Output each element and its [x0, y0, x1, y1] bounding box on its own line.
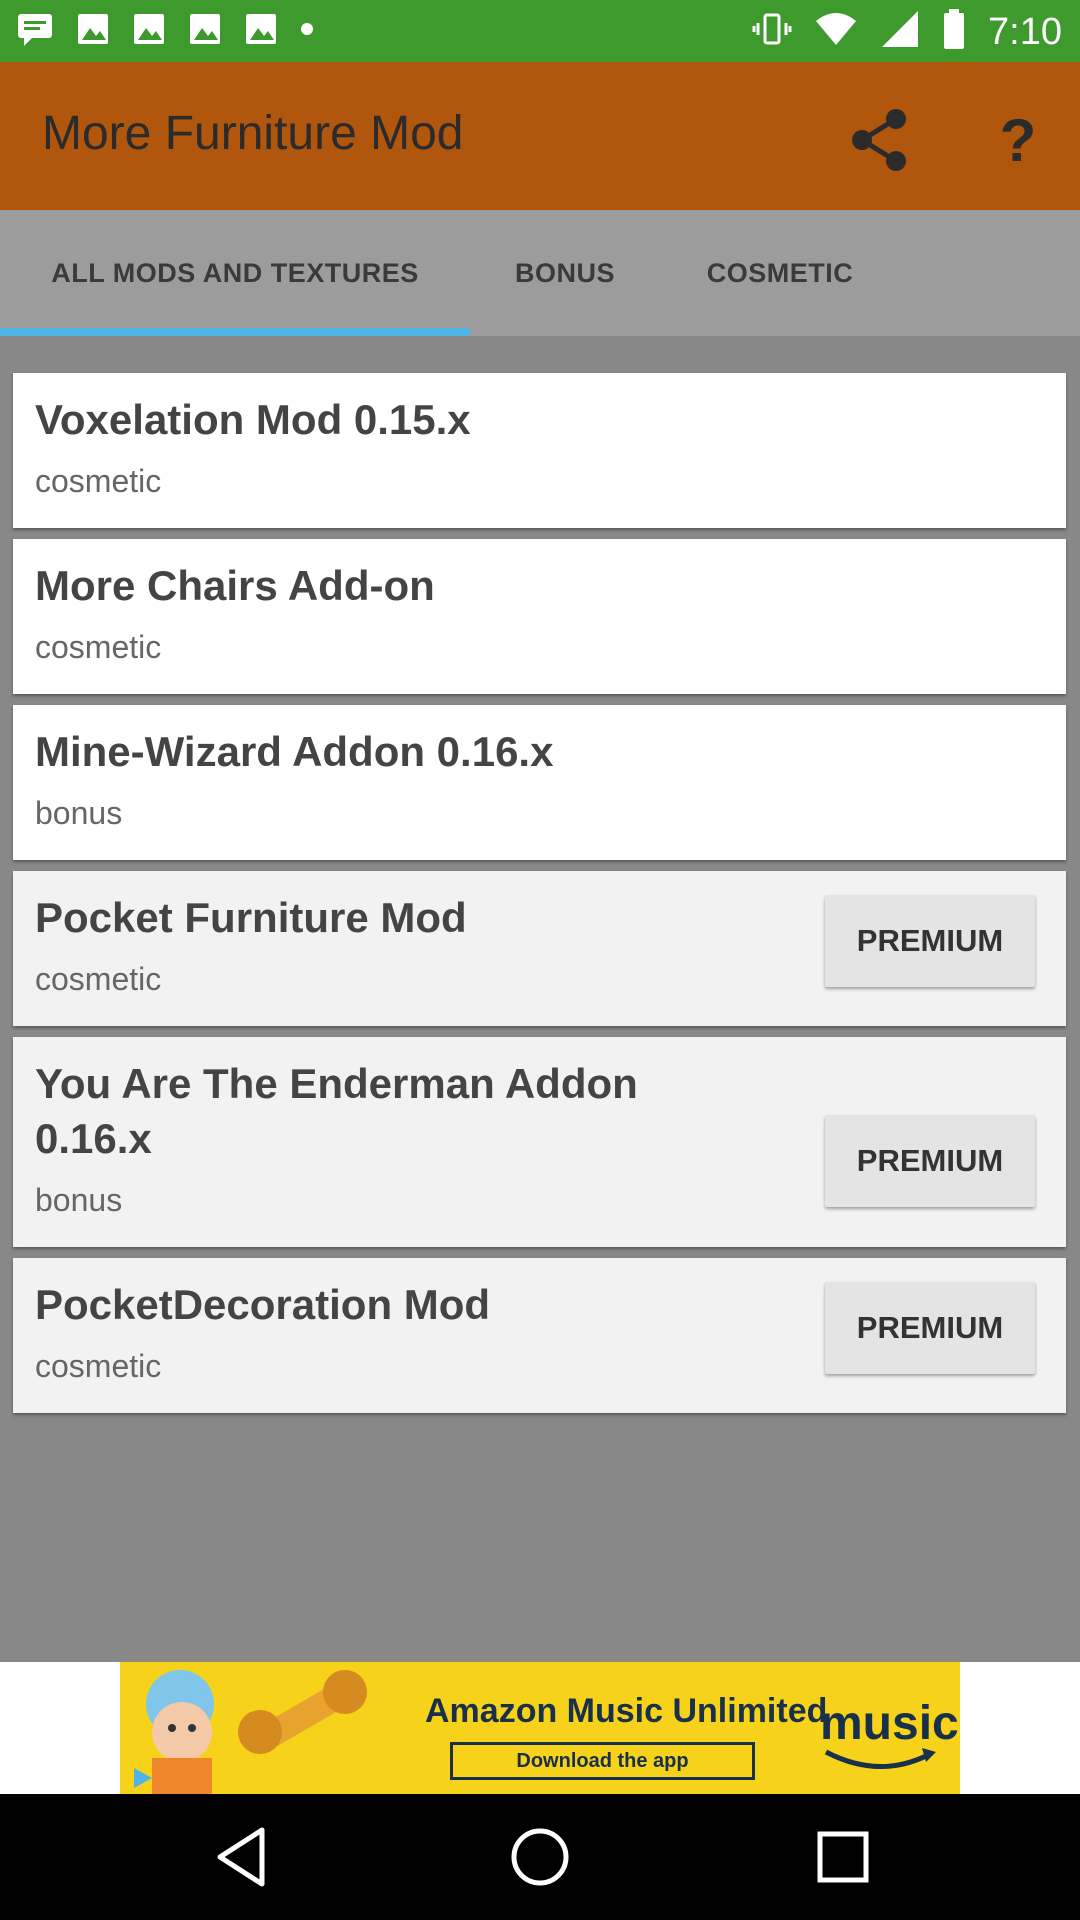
message-icon: [16, 12, 54, 51]
back-button[interactable]: [212, 1824, 278, 1890]
item-title-line: 0.16.x: [35, 1115, 152, 1162]
premium-button[interactable]: PREMIUM: [825, 895, 1035, 987]
item-title: Pocket Furniture Mod: [35, 894, 467, 941]
ad-banner[interactable]: Amazon Music Unlimited Download the app …: [120, 1662, 960, 1794]
navigation-bar: [0, 1794, 1080, 1920]
list-item[interactable]: Mine-Wizard Addon 0.16.x bonus: [13, 705, 1066, 860]
status-bar: 7:10: [0, 0, 1080, 62]
item-category: cosmetic: [35, 463, 162, 499]
item-category: cosmetic: [35, 629, 162, 665]
ad-play-icon: [134, 1768, 152, 1788]
back-icon: [217, 1827, 265, 1887]
item-title: PocketDecoration Mod: [35, 1281, 491, 1328]
premium-button[interactable]: PREMIUM: [825, 1115, 1035, 1207]
list-item[interactable]: Pocket Furniture Mod cosmetic PREMIUM: [13, 871, 1066, 1026]
app-bar: More Furniture Mod ?: [0, 62, 1080, 210]
tab-label: COSMETIC: [706, 257, 854, 288]
recents-button[interactable]: [810, 1824, 876, 1890]
item-title: Mine-Wizard Addon 0.16.x: [35, 728, 554, 775]
item-title-line: You Are The Enderman Addon: [35, 1060, 638, 1107]
wifi-icon: [814, 9, 858, 54]
image-icon: [132, 12, 166, 51]
home-icon: [511, 1828, 569, 1886]
tab-label: BONUS: [514, 257, 615, 288]
tab-cosmetic[interactable]: COSMETIC: [660, 210, 900, 336]
tab-bonus[interactable]: BONUS: [470, 210, 660, 336]
vibrate-icon: [752, 9, 792, 54]
share-button[interactable]: [842, 102, 918, 178]
ad-download-button[interactable]: Download the app: [450, 1742, 755, 1780]
tab-all-mods[interactable]: ALL MODS AND TEXTURES: [0, 210, 470, 336]
item-title: Voxelation Mod 0.15.x: [35, 396, 471, 443]
list-item[interactable]: PocketDecoration Mod cosmetic PREMIUM: [13, 1258, 1066, 1413]
battery-icon: [942, 8, 966, 55]
ad-character-illustration: [146, 1670, 367, 1794]
clock: 7:10: [988, 10, 1062, 53]
dot-icon: [300, 12, 314, 51]
page-title: More Furniture Mod: [42, 107, 464, 160]
tab-label: ALL MODS AND TEXTURES: [51, 257, 419, 288]
recents-icon: [817, 1831, 869, 1883]
item-title: More Chairs Add-on: [35, 562, 435, 609]
image-icon: [244, 12, 278, 51]
premium-button[interactable]: PREMIUM: [825, 1282, 1035, 1374]
image-icon: [188, 12, 222, 51]
mod-list: Voxelation Mod 0.15.x cosmetic More Chai…: [13, 373, 1066, 1424]
help-icon: ?: [999, 106, 1037, 174]
ad-headline: Amazon Music Unlimited: [425, 1692, 828, 1730]
item-category: cosmetic: [35, 1348, 162, 1384]
help-button[interactable]: ?: [980, 102, 1056, 178]
system-icons: 7:10: [752, 8, 1062, 55]
item-category: cosmetic: [35, 961, 162, 997]
image-icon: [76, 12, 110, 51]
tab-bar: ALL MODS AND TEXTURES BONUS COSMETIC: [0, 210, 1080, 336]
list-item[interactable]: More Chairs Add-on cosmetic: [13, 539, 1066, 694]
tab-indicator: [0, 328, 470, 336]
ad-brand-logo: music: [820, 1697, 959, 1750]
list-item[interactable]: You Are The Enderman Addon 0.16.x bonus …: [13, 1037, 1066, 1247]
item-category: bonus: [35, 795, 123, 831]
ad-strip: Amazon Music Unlimited Download the app …: [0, 1662, 1080, 1794]
list-item[interactable]: Voxelation Mod 0.15.x cosmetic: [13, 373, 1066, 528]
notification-icons: [16, 12, 314, 51]
signal-icon: [880, 9, 920, 54]
item-category: bonus: [35, 1182, 123, 1218]
share-icon: [852, 109, 906, 171]
ad-brand-smile-icon: [824, 1748, 936, 1769]
home-button[interactable]: [507, 1824, 573, 1890]
